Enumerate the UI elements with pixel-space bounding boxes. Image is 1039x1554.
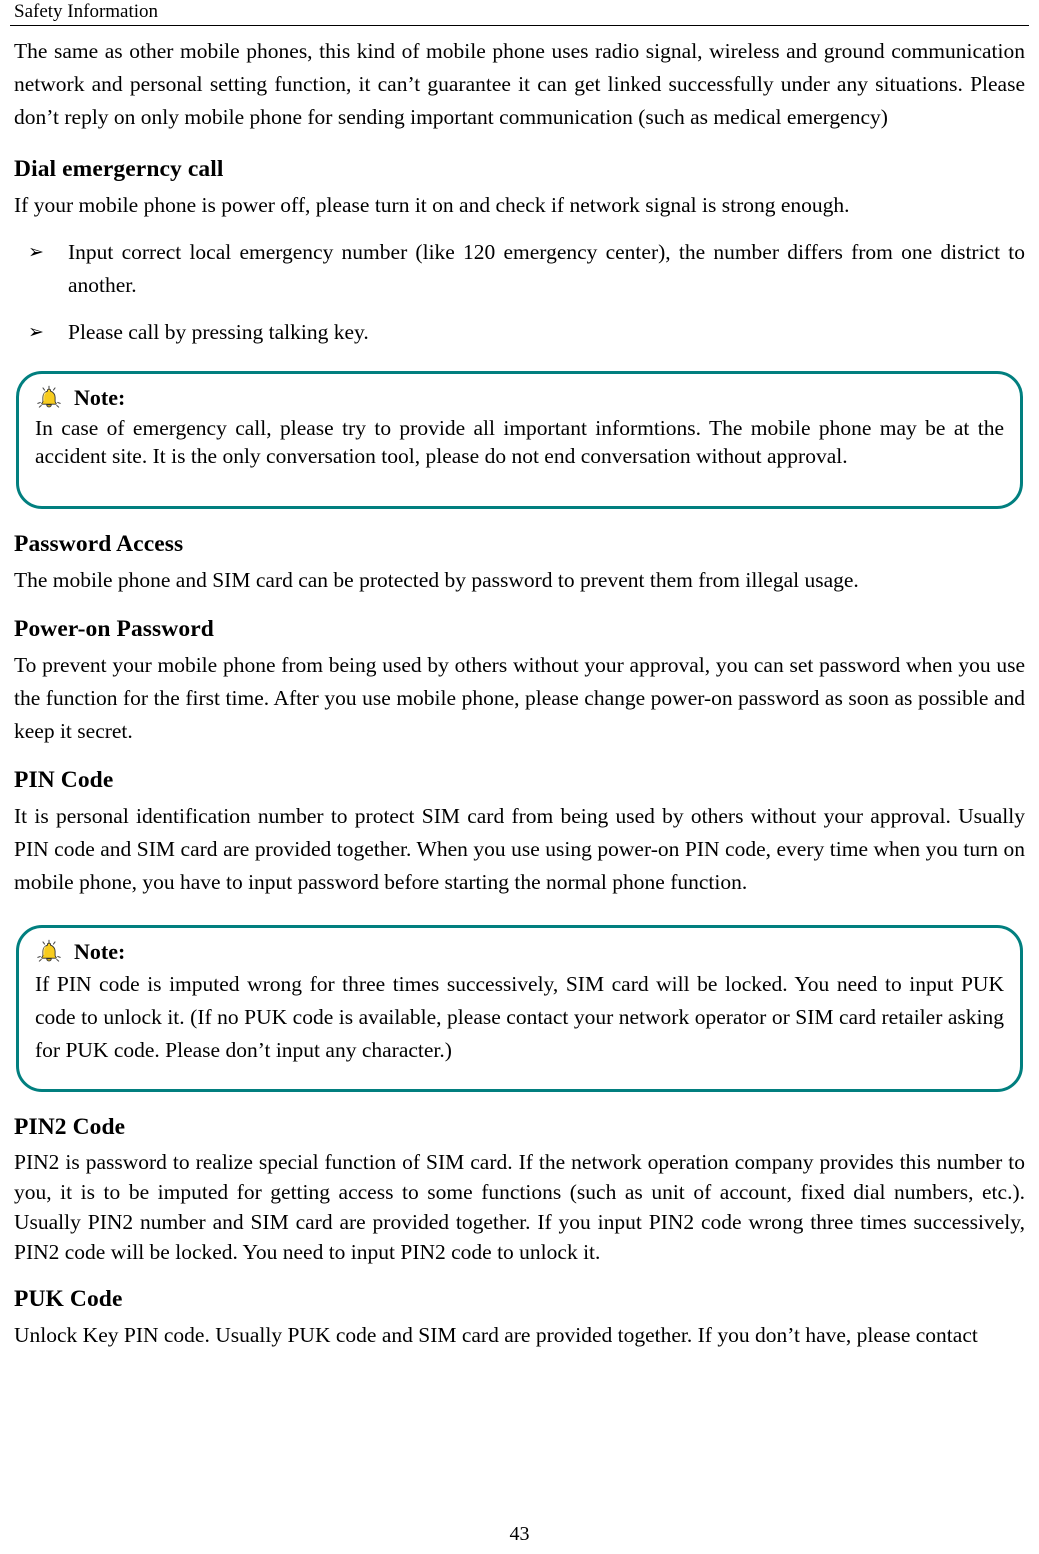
note-header: Note: — [36, 385, 1006, 411]
running-header: Safety Information — [14, 1, 159, 22]
heading-password-access: Password Access — [14, 531, 184, 557]
arrow-bullet-icon: ➢ — [28, 241, 44, 263]
document-page: Safety Information The same as other mob… — [0, 0, 1039, 1554]
list-item: ➢ Input correct local emergency number (… — [14, 236, 1025, 302]
emergency-steps-list: ➢ Input correct local emergency number (… — [14, 236, 1025, 349]
paragraph-puk-code: Unlock Key PIN code. Usually PUK code an… — [14, 1323, 978, 1347]
note-title: Note: — [74, 939, 126, 964]
arrow-bullet-icon: ➢ — [28, 321, 44, 343]
note-body: In case of emergency call, please try to… — [35, 416, 1004, 468]
paragraph-pin2-code: PIN2 is password to realize special func… — [14, 1150, 1025, 1264]
note-header: Note: — [36, 939, 1006, 965]
list-item: ➢ Please call by pressing talking key. — [14, 316, 1025, 349]
page-number: 43 — [509, 1523, 530, 1545]
list-item-text: Please call by pressing talking key. — [68, 320, 369, 344]
paragraph-pin-code: It is personal identification number to … — [14, 804, 1025, 894]
note-callout-emergency: Note: In case of emergency call, please … — [16, 371, 1023, 509]
heading-power-on-password: Power-on Password — [14, 616, 214, 642]
heading-pin2-code: PIN2 Code — [14, 1114, 126, 1140]
list-item-text: Input correct local emergency number (li… — [68, 240, 1025, 297]
note-body: If PIN code is imputed wrong for three t… — [35, 972, 1004, 1062]
intro-paragraph: The same as other mobile phones, this ki… — [14, 39, 1025, 129]
paragraph-power-on-password: To prevent your mobile phone from being … — [14, 653, 1025, 743]
note-callout-pin: Note: If PIN code is imputed wrong for t… — [16, 925, 1023, 1092]
heading-puk-code: PUK Code — [14, 1286, 123, 1312]
header-divider — [10, 25, 1029, 26]
heading-pin-code: PIN Code — [14, 767, 114, 793]
heading-dial-emergency-call: Dial emergerncy call — [14, 156, 224, 182]
paragraph-dial-emergency-call: If your mobile phone is power off, pleas… — [14, 193, 850, 217]
paragraph-password-access: The mobile phone and SIM card can be pro… — [14, 568, 859, 592]
bell-icon — [36, 385, 62, 411]
note-title: Note: — [74, 385, 126, 410]
bell-icon — [36, 939, 62, 965]
